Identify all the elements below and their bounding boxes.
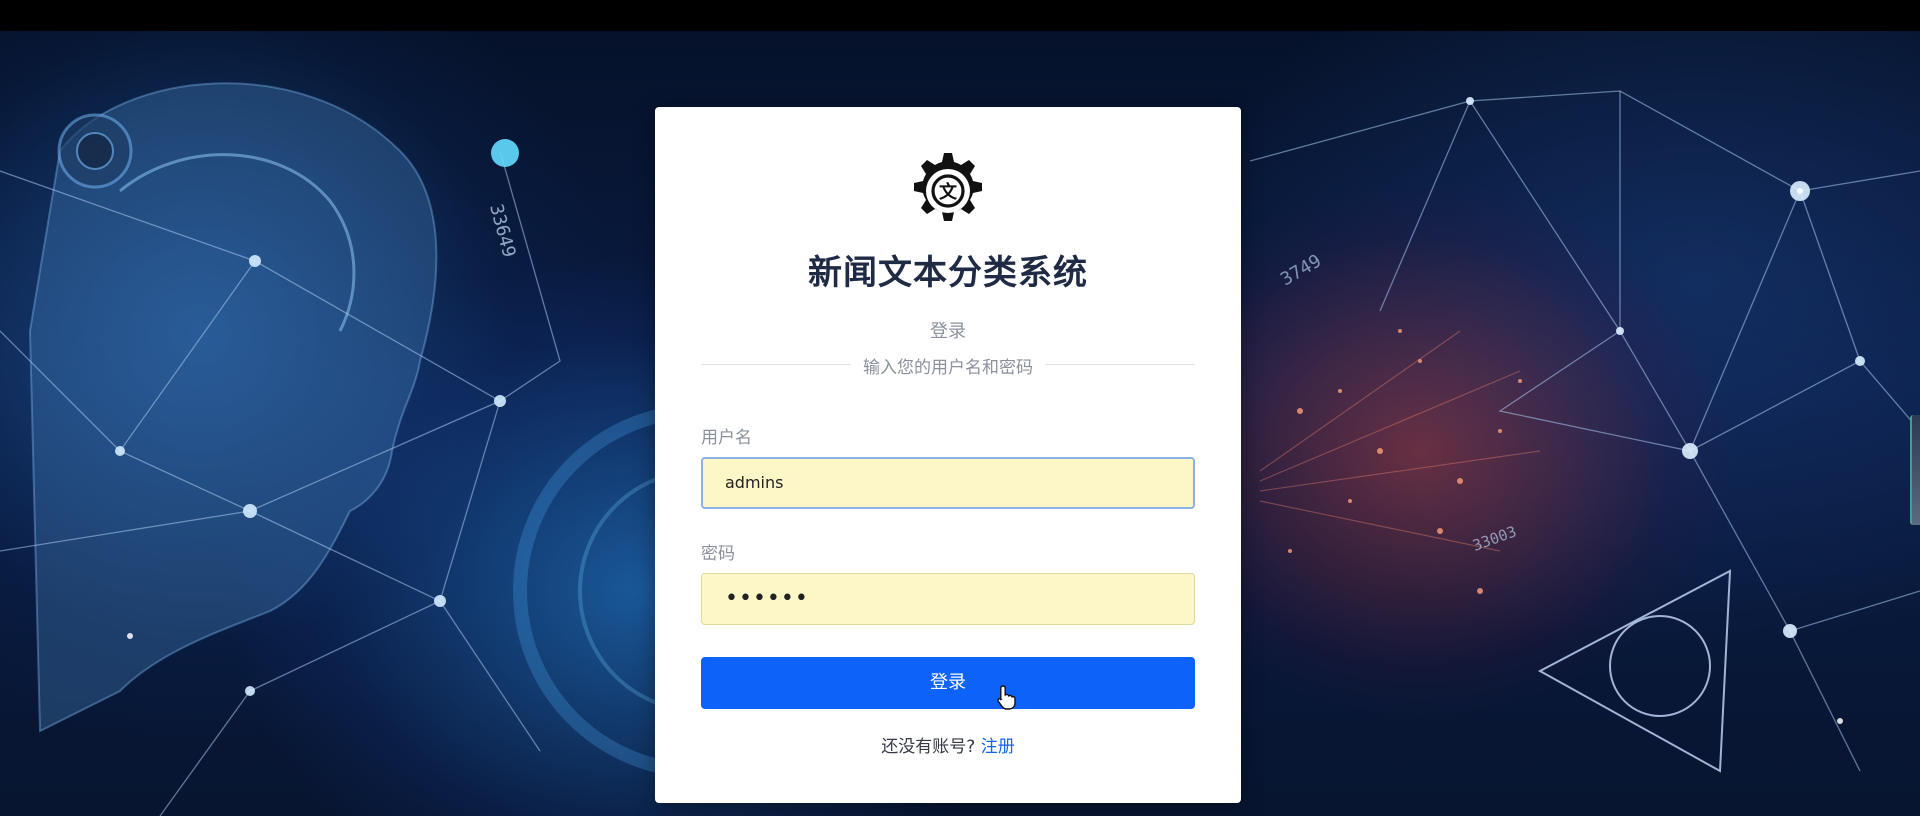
username-label: 用户名 — [701, 428, 752, 448]
register-prompt-text: 还没有账号? — [881, 737, 976, 757]
password-input[interactable]: •••••• — [701, 573, 1195, 625]
gear-translate-icon: 文 — [908, 151, 988, 231]
svg-text:文: 文 — [939, 181, 958, 203]
register-link[interactable]: 注册 — [981, 737, 1015, 757]
svg-text:33649: 33649 — [485, 202, 519, 260]
register-prompt: 还没有账号? 注册 — [655, 732, 1241, 757]
login-card: 文 新闻文本分类系统 登录 输入您的用户名和密码 用户名 admins 密码 •… — [655, 107, 1241, 803]
top-black-bar — [0, 0, 1920, 31]
page-subtitle: 登录 — [930, 321, 966, 342]
login-screen: 33649 3749 33003 文 新闻文本分类系统 登录 输入您的用户名和密… — [0, 0, 1920, 816]
login-button[interactable]: 登录 — [701, 657, 1195, 710]
divider: 输入您的用户名和密码 — [655, 353, 1241, 378]
username-value: admins — [725, 473, 784, 492]
password-label: 密码 — [701, 544, 735, 564]
login-button-label: 登录 — [930, 672, 966, 693]
divider-text: 输入您的用户名和密码 — [851, 358, 1045, 378]
page-title: 新闻文本分类系统 — [808, 253, 1088, 293]
password-mask: •••••• — [725, 586, 809, 611]
side-scroll-handle[interactable] — [1910, 415, 1920, 525]
username-input[interactable]: admins — [701, 457, 1195, 509]
svg-text:3749: 3749 — [1277, 250, 1325, 290]
hand-cursor-icon — [997, 685, 1016, 710]
